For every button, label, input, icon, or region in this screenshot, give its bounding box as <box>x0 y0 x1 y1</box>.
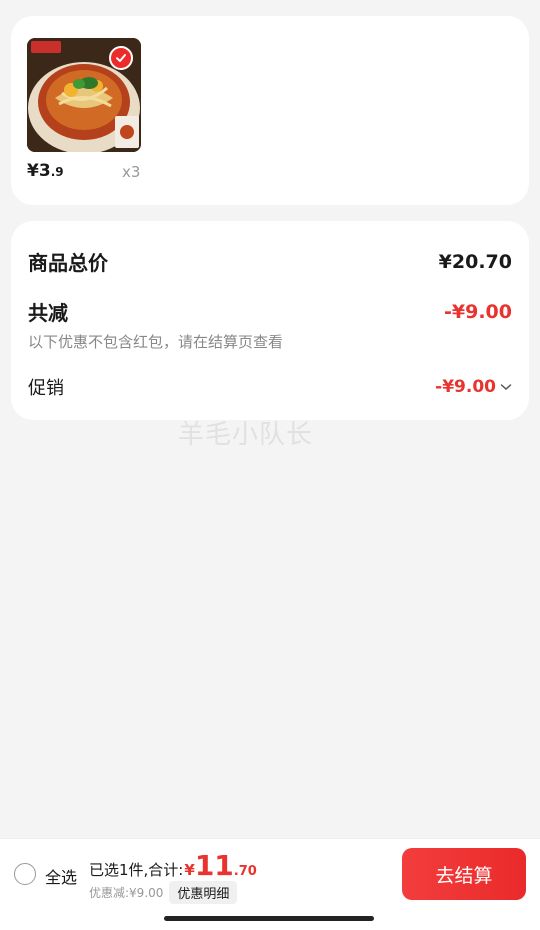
price-dec: .9 <box>50 165 64 179</box>
total-price-value: ¥20.70 <box>438 250 512 273</box>
selected-total: 已选1件,合计: ¥ 11 .70 <box>89 849 257 882</box>
total-dec: .70 <box>233 864 257 879</box>
home-indicator[interactable] <box>164 916 374 921</box>
total-reduction-label: 共减 <box>28 301 68 325</box>
select-all-label[interactable]: 全选 <box>45 864 77 888</box>
product-card: ¥3.9 x3 <box>11 16 529 205</box>
discount-text: 优惠减:¥9.00 <box>89 886 164 900</box>
promotion-row[interactable]: 促销 -¥9.00 <box>28 374 512 400</box>
discount-note: 以下优惠不包含红包，请在结算页查看 <box>28 333 284 351</box>
price-symbol: ¥ <box>27 161 39 181</box>
total-int: 11 <box>194 849 234 882</box>
selected-check-icon[interactable] <box>109 46 133 70</box>
select-all-radio[interactable] <box>14 863 36 885</box>
chevron-down-icon[interactable] <box>500 383 512 391</box>
product-quantity: x3 <box>122 163 141 181</box>
product-price: ¥3.9 <box>27 161 64 181</box>
promotion-label: 促销 <box>28 378 64 399</box>
selected-summary-text: 已选1件,合计: <box>89 861 184 879</box>
discount-line: 优惠减:¥9.00 优惠明细 <box>89 881 238 904</box>
discount-detail-button[interactable]: 优惠明细 <box>169 881 238 904</box>
price-int: 3 <box>38 161 51 181</box>
promotion-value: -¥9.00 <box>435 377 496 397</box>
total-price-label: 商品总价 <box>28 251 108 275</box>
checkout-button[interactable]: 去结算 <box>402 848 526 900</box>
total-reduction-value: -¥9.00 <box>444 300 512 323</box>
total-reduction-row: 共减 -¥9.00 <box>28 297 512 326</box>
total-currency: ¥ <box>184 861 195 879</box>
total-price-row: 商品总价 ¥20.70 <box>28 247 512 276</box>
watermark: 羊毛小队长 <box>178 420 314 450</box>
checkout-bar: 全选 已选1件,合计: ¥ 11 .70 优惠减:¥9.00 优惠明细 去结算 <box>0 838 540 930</box>
price-summary-card: 商品总价 ¥20.70 共减 -¥9.00 以下优惠不包含红包，请在结算页查看 … <box>11 221 529 420</box>
